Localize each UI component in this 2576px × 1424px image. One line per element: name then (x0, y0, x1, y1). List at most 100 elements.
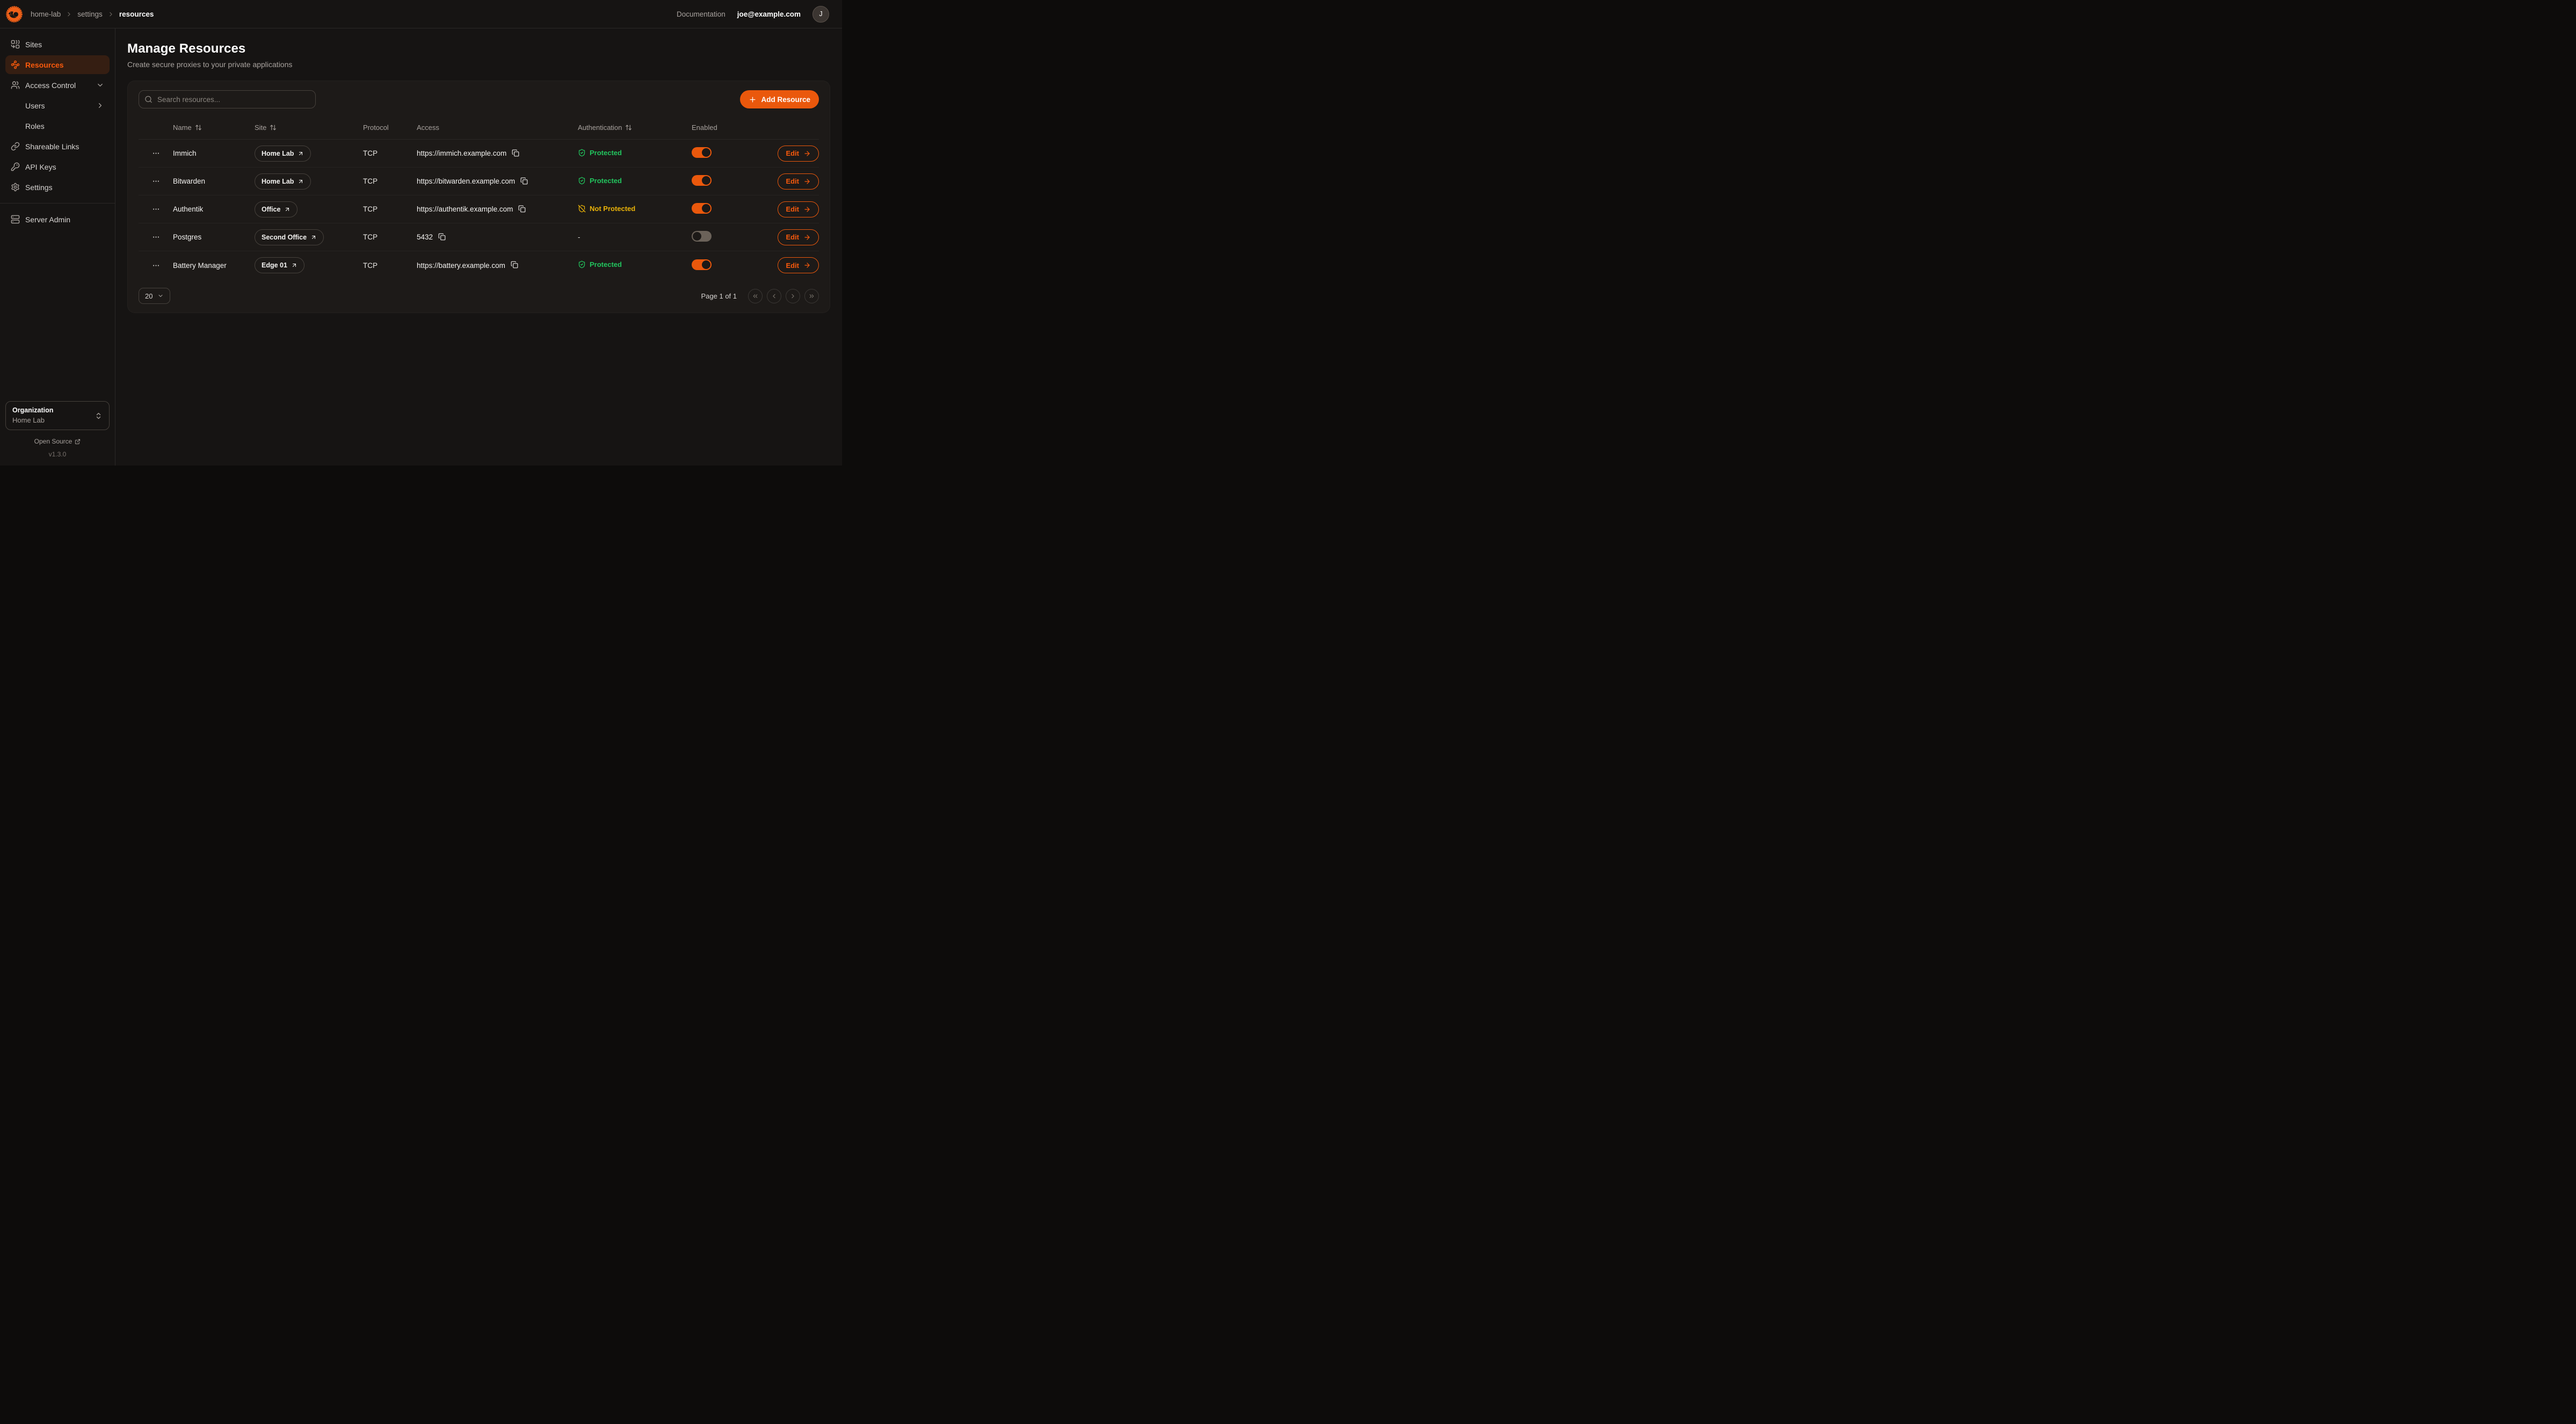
sidebar-item-label: API Keys (25, 163, 104, 171)
sort-icon[interactable] (195, 124, 202, 131)
gear-icon (11, 183, 20, 192)
page-title: Manage Resources (127, 41, 830, 56)
sidebar-spacer (5, 229, 110, 401)
toggle-knob (702, 148, 710, 157)
page-size-select[interactable]: 20 (139, 288, 170, 304)
organization-value: Home Lab (12, 416, 95, 425)
row-menu-button[interactable] (149, 148, 163, 159)
authentication-cell: Protected (578, 149, 692, 158)
row-actions-cell (139, 259, 173, 271)
ellipsis-icon (152, 233, 160, 241)
enabled-toggle[interactable] (692, 203, 712, 214)
search-input[interactable] (139, 90, 316, 108)
header-enabled-label: Enabled (692, 123, 717, 132)
header-name: Name (173, 123, 255, 132)
sidebar-item-shareable-links[interactable]: Shareable Links (5, 137, 110, 156)
waypoints-icon (11, 60, 20, 69)
sidebar-item-roles[interactable]: Roles (5, 117, 110, 135)
chevron-right-icon (107, 11, 114, 18)
access-cell: 5432 (417, 233, 578, 242)
sort-icon[interactable] (625, 124, 632, 131)
pagination-area: Page 1 of 1 (701, 289, 819, 303)
sort-icon[interactable] (270, 124, 277, 131)
arrow-up-right-icon (291, 262, 297, 268)
header-enabled: Enabled (692, 123, 771, 132)
site-link-button[interactable]: Second Office (255, 229, 324, 245)
sidebar-item-users[interactable]: Users (5, 96, 110, 115)
copy-button[interactable] (510, 261, 519, 270)
header-name-label: Name (173, 123, 192, 132)
enabled-toggle[interactable] (692, 231, 712, 242)
open-source-link[interactable]: Open Source (34, 438, 81, 445)
sidebar-item-settings[interactable]: Settings (5, 178, 110, 197)
enabled-toggle[interactable] (692, 147, 712, 158)
arrow-right-icon (803, 234, 811, 241)
organization-label: Organization (12, 406, 95, 416)
version-label: v1.3.0 (5, 451, 110, 458)
sidebar-item-access-control[interactable]: Access Control (5, 76, 110, 95)
header-authentication: Authentication (578, 123, 692, 132)
edit-button[interactable]: Edit (778, 173, 819, 190)
access-cell: https://immich.example.com (417, 149, 578, 158)
enabled-toggle[interactable] (692, 259, 712, 270)
organization-text: Organization Home Lab (12, 406, 95, 425)
edit-button[interactable]: Edit (778, 201, 819, 217)
auth-status-label: Protected (590, 149, 622, 157)
add-resource-button[interactable]: Add Resource (740, 90, 819, 108)
sidebar-item-server-admin[interactable]: Server Admin (5, 210, 110, 229)
pangolin-logo-icon[interactable] (5, 5, 23, 23)
first-page-button[interactable] (748, 289, 763, 303)
site-link-button[interactable]: Edge 01 (255, 257, 304, 273)
site-link-button[interactable]: Home Lab (255, 146, 311, 162)
sidebar-nav: Sites Resources Access ControlUsers Roles Sh… (5, 35, 110, 229)
search-wrap (139, 90, 316, 108)
edit-button[interactable]: Edit (778, 257, 819, 273)
breadcrumb-settings[interactable]: settings (77, 10, 103, 18)
next-page-button[interactable] (786, 289, 800, 303)
previous-page-button[interactable] (767, 289, 781, 303)
arrow-up-right-icon (297, 178, 304, 185)
add-resource-label: Add Resource (761, 96, 810, 104)
header-access-label: Access (417, 123, 439, 132)
row-menu-button[interactable] (149, 259, 163, 271)
sidebar-item-label: Sites (25, 40, 104, 49)
copy-button[interactable] (511, 149, 520, 158)
user-email[interactable]: joe@example.com (737, 10, 801, 18)
row-menu-button[interactable] (149, 176, 163, 187)
resources-toolbar: Add Resource (139, 90, 819, 108)
avatar[interactable]: J (812, 6, 829, 23)
resources-card: Add Resource Name Site (127, 81, 830, 313)
edit-button[interactable]: Edit (778, 229, 819, 245)
authentication-cell: Not Protected (578, 205, 692, 214)
breadcrumb-resources[interactable]: resources (119, 10, 154, 18)
search-icon (144, 96, 153, 104)
auth-status-label: Protected (590, 260, 622, 268)
site-link-button[interactable]: Office (255, 201, 297, 217)
documentation-link[interactable]: Documentation (677, 10, 725, 18)
edit-button[interactable]: Edit (778, 146, 819, 162)
sidebar-item-label: Resources (25, 61, 104, 69)
copy-button[interactable] (438, 233, 446, 242)
enabled-toggle[interactable] (692, 175, 712, 186)
row-menu-button[interactable] (149, 204, 163, 215)
row-menu-button[interactable] (149, 231, 163, 243)
site-link-label: Office (262, 206, 280, 213)
pager-buttons (748, 289, 819, 303)
sidebar-footer: Open Source v1.3.0 (5, 437, 110, 458)
resource-name: Bitwarden (173, 177, 255, 185)
sidebar-item-api-keys[interactable]: API Keys (5, 157, 110, 176)
copy-button[interactable] (520, 177, 528, 186)
sidebar-item-resources[interactable]: Resources (5, 55, 110, 74)
last-page-button[interactable] (804, 289, 819, 303)
arrow-up-right-icon (297, 150, 304, 157)
copy-button[interactable] (518, 205, 526, 214)
breadcrumb-org[interactable]: home-lab (31, 10, 61, 18)
sidebar: Sites Resources Access ControlUsers Roles Sh… (0, 28, 115, 466)
sidebar-item-sites[interactable]: Sites (5, 35, 110, 54)
chevrons-left-icon (752, 293, 759, 300)
arrow-right-icon (803, 261, 811, 269)
main-layout: Sites Resources Access ControlUsers Roles Sh… (0, 28, 842, 466)
site-link-button[interactable]: Home Lab (255, 173, 311, 190)
access-cell: https://bitwarden.example.com (417, 177, 578, 186)
organization-selector[interactable]: Organization Home Lab (5, 401, 110, 430)
